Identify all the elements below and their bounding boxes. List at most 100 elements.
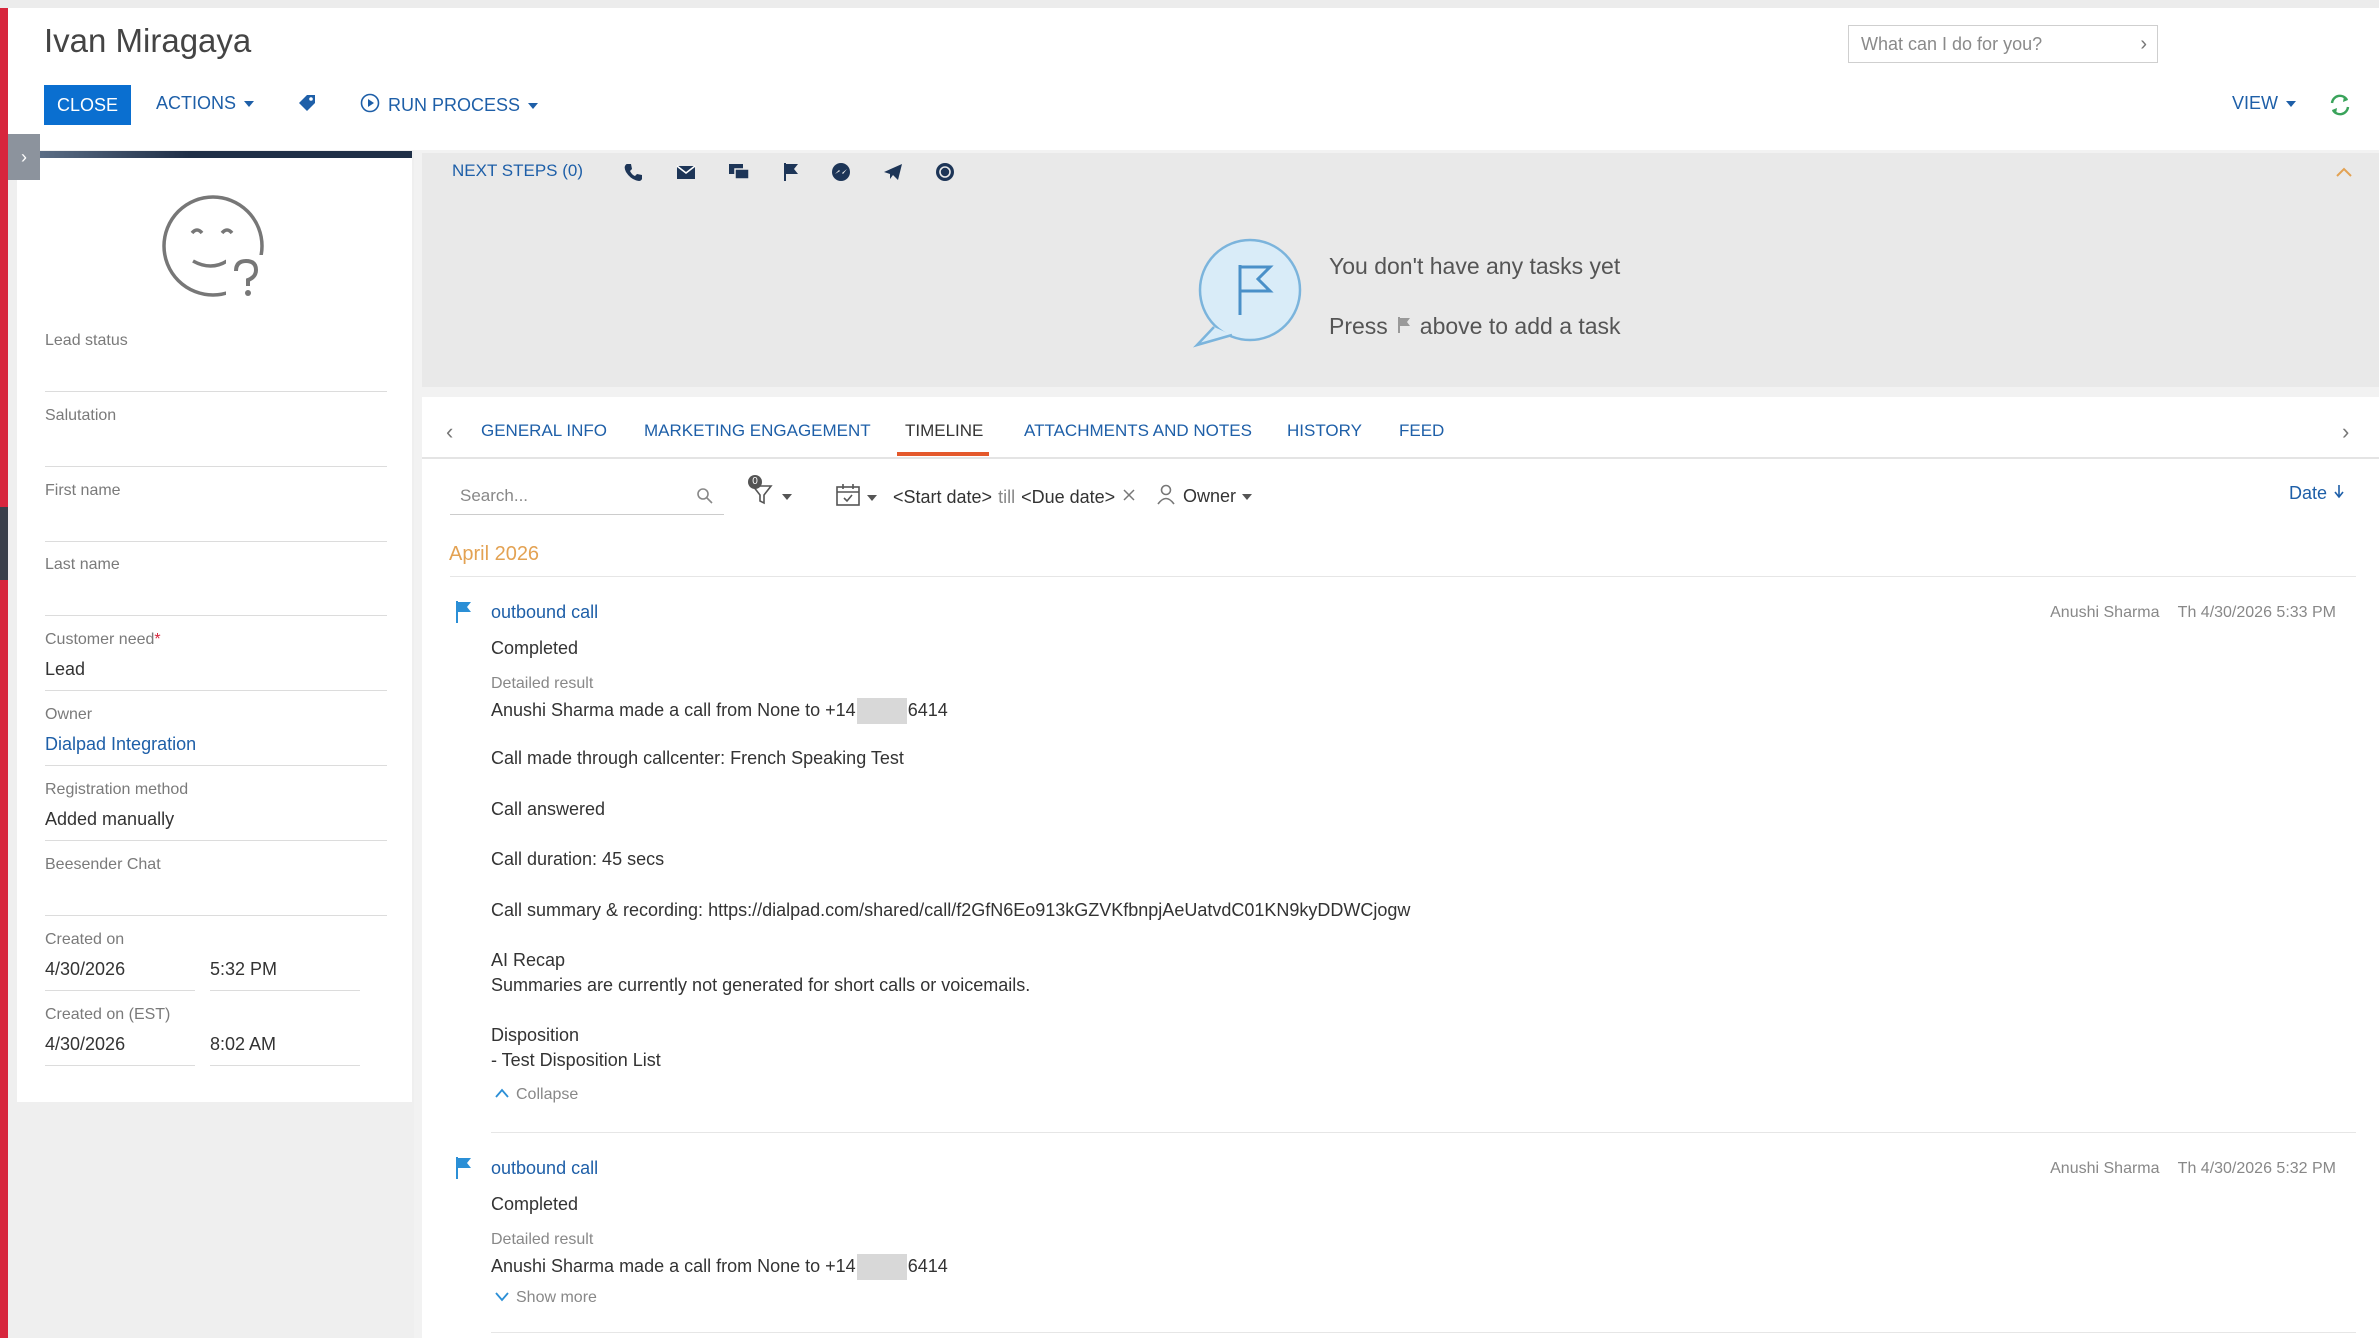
entry-ai-recap-label: AI Recap — [491, 950, 566, 970]
flag-icon — [454, 1156, 474, 1185]
view-label: VIEW — [2232, 93, 2279, 113]
tab-feed[interactable]: FEED — [1399, 421, 1444, 441]
next-steps-panel: NEXT STEPS (0) You don't have any tasks … — [422, 153, 2379, 387]
entry-meta: Anushi Sharma Th 4/30/2026 5:33 PM — [2050, 604, 2336, 622]
field-underline — [45, 990, 195, 991]
next-steps-label[interactable]: NEXT STEPS (0) — [452, 161, 583, 181]
clear-icon[interactable] — [1121, 487, 1137, 508]
collapse-toggle[interactable]: Collapse — [494, 1086, 578, 1104]
entry-result-label: Detailed result — [491, 1231, 594, 1248]
page-title: Ivan Miragaya — [44, 22, 252, 59]
created-on-est-label: Created on (EST) — [45, 1006, 171, 1023]
chevron-up-icon[interactable] — [2334, 165, 2354, 184]
entry-title-link[interactable]: outbound call — [491, 1158, 598, 1179]
registration-method-label: Registration method — [45, 781, 189, 798]
salutation-field[interactable]: Salutation — [45, 407, 387, 467]
show-more-label: Show more — [516, 1289, 597, 1306]
search-icon[interactable] — [696, 487, 714, 510]
created-on-est-field[interactable]: Created on (EST) 4/30/2026 8:02 AM — [45, 1006, 387, 1066]
call-line-suffix: 6414 — [907, 699, 948, 720]
beesender-chat-value — [45, 884, 387, 910]
whatsapp-icon[interactable] — [934, 161, 956, 188]
refresh-icon[interactable] — [2327, 92, 2353, 123]
last-name-value — [45, 584, 387, 610]
entry-answered: Call answered — [491, 799, 606, 819]
tabs-bar: ‹ GENERAL INFO MARKETING ENGAGEMENT TIME… — [422, 397, 2379, 459]
run-process-menu[interactable]: RUN PROCESS — [360, 93, 539, 118]
registration-method-field[interactable]: Registration method Added manually — [45, 781, 387, 841]
panel-toggle-button[interactable]: › — [8, 134, 40, 180]
phone-icon[interactable] — [622, 161, 644, 188]
owner-filter[interactable]: Owner — [1155, 483, 1253, 510]
chat-icon[interactable] — [727, 161, 751, 188]
command-search-placeholder: What can I do for you? — [1861, 33, 2043, 54]
due-date-value[interactable]: <Due date> — [1021, 487, 1115, 508]
customer-need-label: Customer need* — [45, 631, 387, 653]
flag-icon[interactable] — [780, 161, 802, 188]
tab-general-info[interactable]: GENERAL INFO — [481, 421, 607, 441]
chevron-left-icon[interactable]: ‹ — [446, 419, 453, 445]
entry-call-line: Anushi Sharma made a call from None to +… — [491, 698, 948, 724]
filter-count-badge: 0 — [748, 475, 762, 489]
command-search-input[interactable]: What can I do for you? › — [1848, 25, 2158, 63]
entry-title-link[interactable]: outbound call — [491, 602, 598, 623]
chevron-right-icon[interactable]: › — [2342, 419, 2349, 445]
collapse-label: Collapse — [516, 1086, 579, 1103]
entry-status: Completed — [491, 638, 579, 658]
show-more-toggle[interactable]: Show more — [494, 1289, 597, 1307]
chat-bubble-flag-icon — [1192, 235, 1302, 355]
call-line-suffix: 6414 — [907, 1255, 948, 1276]
chevron-right-icon[interactable]: › — [2140, 33, 2147, 56]
entry-ai-recap-text: Summaries are currently not generated fo… — [491, 975, 1031, 995]
last-name-field[interactable]: Last name — [45, 556, 387, 616]
start-date-value[interactable]: <Start date> — [893, 487, 992, 508]
chevron-right-icon: › — [21, 146, 27, 167]
telegram-icon[interactable] — [882, 161, 904, 188]
lead-status-field[interactable]: Lead status — [45, 332, 387, 392]
first-name-field[interactable]: First name — [45, 482, 387, 542]
calendar-icon — [835, 483, 861, 512]
owner-field[interactable]: Owner Dialpad Integration — [45, 706, 387, 766]
filter-menu[interactable]: 0 — [748, 475, 792, 512]
field-underline — [45, 690, 387, 691]
chevron-down-icon — [244, 100, 255, 107]
left-dark-marker — [0, 507, 8, 580]
email-icon[interactable] — [675, 161, 697, 188]
beesender-chat-field[interactable]: Beesender Chat — [45, 856, 387, 916]
owner-link[interactable]: Dialpad Integration — [45, 734, 387, 760]
tab-timeline[interactable]: TIMELINE — [905, 421, 983, 441]
entry-timestamp: Th 4/30/2026 5:32 PM — [2177, 1160, 2336, 1177]
divider — [491, 1332, 2356, 1333]
view-menu[interactable]: VIEW — [2232, 93, 2297, 114]
entry-author: Anushi Sharma — [2050, 604, 2160, 621]
tab-marketing-engagement[interactable]: MARKETING ENGAGEMENT — [644, 421, 871, 441]
chevron-down-icon — [1242, 493, 1253, 500]
tab-attachments-and-notes[interactable]: ATTACHMENTS AND NOTES — [1024, 421, 1252, 441]
entry-timestamp: Th 4/30/2026 5:33 PM — [2177, 604, 2336, 621]
user-icon — [1155, 483, 1177, 510]
created-on-est-values: 4/30/2026 8:02 AM — [45, 1034, 387, 1060]
created-on-label: Created on — [45, 931, 125, 948]
created-on-field[interactable]: Created on 4/30/2026 5:32 PM — [45, 931, 387, 991]
customer-need-field[interactable]: Customer need* Lead — [45, 631, 387, 691]
close-button[interactable]: CLOSE — [44, 85, 131, 125]
chevron-up-icon — [494, 1086, 510, 1104]
empty-tasks-hint: Press above to add a task — [1329, 313, 1621, 340]
field-underline — [45, 840, 387, 841]
tab-history[interactable]: HISTORY — [1287, 421, 1362, 441]
field-underline — [210, 990, 360, 991]
messenger-icon[interactable] — [830, 161, 852, 188]
entry-result-label: Detailed result — [491, 675, 594, 692]
tag-icon[interactable] — [296, 92, 318, 119]
entry-disposition-label: Disposition — [491, 1025, 580, 1045]
date-range-filter[interactable]: <Start date> till <Due date> — [835, 483, 1137, 512]
flag-icon — [454, 600, 474, 629]
sort-date-toggle[interactable]: Date — [2289, 483, 2345, 504]
chevron-down-icon — [782, 493, 792, 500]
timeline-search-input[interactable]: Search... — [450, 477, 724, 515]
profile-card-header-bar — [40, 151, 412, 158]
field-underline — [45, 615, 387, 616]
month-heading: April 2026 — [449, 543, 540, 565]
field-underline — [45, 1065, 195, 1066]
actions-menu[interactable]: ACTIONS — [156, 93, 255, 114]
